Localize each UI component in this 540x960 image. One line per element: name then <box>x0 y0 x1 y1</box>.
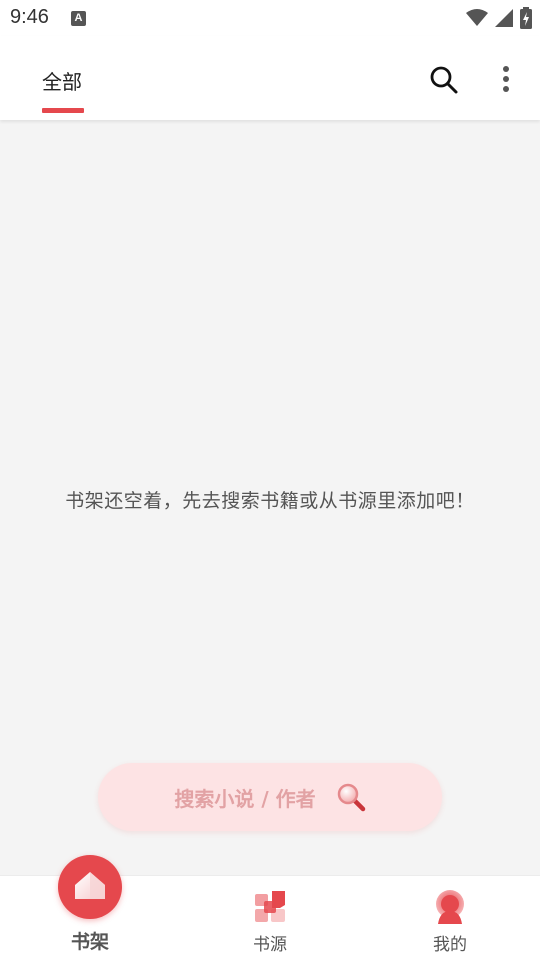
nav-item-mine[interactable]: 我的 <box>360 876 540 960</box>
search-icon <box>430 66 458 94</box>
tab-indicator <box>42 108 84 113</box>
status-bar: 9:46 A <box>0 0 540 36</box>
bottom-navigation: 书架 书源 我的 <box>0 855 540 960</box>
sources-grid-icon <box>255 891 285 922</box>
nav-label-sources: 书源 <box>253 935 287 955</box>
nav-label-mine: 我的 <box>433 935 467 955</box>
tab-all[interactable]: 全部 <box>42 66 82 95</box>
a-letter-icon: A <box>71 11 86 26</box>
nav-label-bookshelf: 书架 <box>70 931 109 953</box>
bookshelf-content: 书架还空着，先去搜索书籍或从书源里添加吧！ 搜索小说 / 作者 <box>0 120 540 875</box>
profile-badge-icon <box>436 890 464 924</box>
more-options-button[interactable] <box>494 64 518 96</box>
magnifier-icon <box>337 783 365 812</box>
status-icons <box>466 6 532 30</box>
battery-icon <box>520 7 532 29</box>
search-novel-button[interactable]: 搜索小说 / 作者 <box>98 763 442 831</box>
nav-item-bookshelf[interactable]: 书架 <box>0 855 180 960</box>
status-time: 9:46 <box>10 6 49 28</box>
top-app-bar: 全部 <box>0 36 540 120</box>
wifi-icon <box>466 9 488 27</box>
search-button[interactable] <box>428 64 460 96</box>
search-novel-label: 搜索小说 / 作者 <box>174 786 316 811</box>
more-vert-icon <box>503 66 509 92</box>
nav-item-sources[interactable]: 书源 <box>180 876 360 960</box>
cell-signal-icon <box>494 8 514 28</box>
empty-state-message: 书架还空着，先去搜索书籍或从书源里添加吧！ <box>65 490 475 512</box>
bookshelf-house-icon <box>58 855 122 919</box>
